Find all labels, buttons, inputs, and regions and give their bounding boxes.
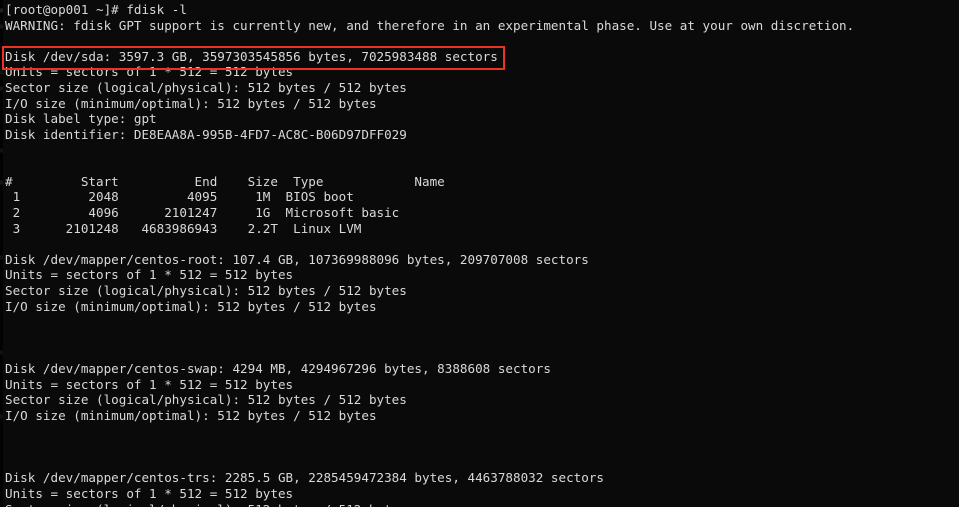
terminal-line: Sector size (logical/physical): 512 byte…	[5, 282, 407, 298]
terminal-line: Disk /dev/mapper/centos-root: 107.4 GB, …	[5, 251, 589, 267]
scrollback-edge-artifact	[0, 0, 3, 507]
terminal-line: Units = sectors of 1 * 512 = 512 bytes	[5, 267, 294, 283]
terminal-window[interactable]: [root@op001 ~]# fdisk -l WARNING: fdisk G…	[0, 0, 959, 507]
terminal-line: I/O size (minimum/optimal): 512 bytes / …	[5, 298, 377, 314]
terminal-line: Units = sectors of 1 * 512 = 512 bytes	[5, 64, 294, 80]
terminal-line: WARNING: fdisk GPT support is currently …	[5, 17, 855, 33]
terminal-line: 1 2048 4095 1M BIOS boot	[5, 189, 354, 205]
terminal-line: Sector size (logical/physical): 512 byte…	[5, 392, 407, 408]
terminal-line: # Start End Size Type Name	[5, 173, 445, 189]
terminal-line: 3 2101248 4683986943 2.2T Linux LVM	[5, 220, 362, 236]
terminal-output: [root@op001 ~]# fdisk -l WARNING: fdisk G…	[5, 2, 959, 507]
terminal-line: Disk /dev/sda: 3597.3 GB, 3597303545856 …	[5, 48, 498, 64]
terminal-line: Sector size (logical/physical): 512 byte…	[5, 80, 407, 96]
terminal-line: Sector size (logical/physical): 512 byte…	[5, 502, 959, 507]
terminal-line: Disk identifier: DE8EAA8A-995B-4FD7-AC8C…	[5, 126, 407, 142]
terminal-line: I/O size (minimum/optimal): 512 bytes / …	[5, 95, 377, 111]
terminal-line: 2 4096 2101247 1G Microsoft basic	[5, 204, 400, 220]
terminal-line: Units = sectors of 1 * 512 = 512 bytes	[5, 485, 294, 501]
terminal-line: Disk /dev/mapper/centos-swap: 4294 MB, 4…	[5, 361, 551, 377]
terminal-line: I/O size (minimum/optimal): 512 bytes / …	[5, 407, 377, 423]
terminal-line: Disk /dev/mapper/centos-trs: 2285.5 GB, …	[5, 470, 604, 486]
terminal-line: Units = sectors of 1 * 512 = 512 bytes	[5, 376, 294, 392]
terminal-line: [root@op001 ~]# fdisk -l	[5, 2, 187, 17]
terminal-line: Disk label type: gpt	[5, 111, 157, 127]
